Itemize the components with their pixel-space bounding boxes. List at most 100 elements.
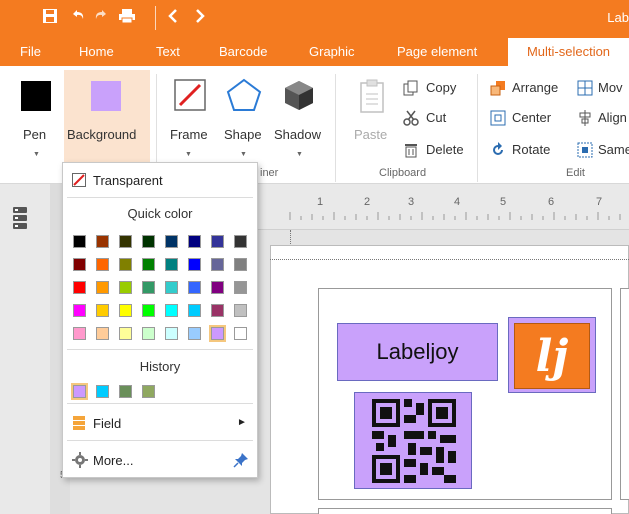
color-swatch[interactable] [165, 235, 178, 248]
align-icon[interactable] [577, 110, 593, 129]
delete-button[interactable]: Delete [426, 142, 464, 157]
color-swatch[interactable] [188, 327, 201, 340]
color-swatch[interactable] [96, 327, 109, 340]
tab-file[interactable]: File [20, 44, 41, 59]
color-swatch[interactable] [73, 235, 86, 248]
color-swatch[interactable] [165, 281, 178, 294]
frame-icon[interactable] [173, 78, 207, 115]
tab-graphic[interactable]: Graphic [309, 44, 355, 59]
color-swatch[interactable] [234, 304, 247, 317]
center-icon[interactable] [490, 110, 506, 129]
trash-icon[interactable] [403, 142, 419, 161]
color-swatch[interactable] [142, 235, 155, 248]
same-size-icon[interactable] [577, 142, 593, 161]
qr-code-element[interactable] [354, 392, 472, 489]
color-swatch[interactable] [234, 235, 247, 248]
color-swatch[interactable] [211, 304, 224, 317]
color-swatch[interactable] [165, 258, 178, 271]
back-icon[interactable] [167, 8, 179, 29]
history-swatch[interactable] [96, 385, 109, 398]
copy-button[interactable]: Copy [426, 80, 456, 95]
arrange-icon[interactable] [490, 80, 506, 99]
color-swatch[interactable] [211, 258, 224, 271]
tab-barcode[interactable]: Barcode [219, 44, 267, 59]
color-swatch[interactable] [142, 281, 155, 294]
color-swatch[interactable] [188, 235, 201, 248]
color-swatch[interactable] [142, 327, 155, 340]
color-swatch[interactable] [96, 235, 109, 248]
print-icon[interactable] [118, 8, 136, 29]
color-swatch[interactable] [73, 258, 86, 271]
color-swatch[interactable] [73, 304, 86, 317]
background-button[interactable]: Background [67, 127, 136, 142]
move-icon[interactable] [577, 80, 593, 99]
history-swatch[interactable] [71, 383, 88, 400]
color-swatch[interactable] [188, 281, 201, 294]
center-button[interactable]: Center [512, 110, 551, 125]
cut-button[interactable]: Cut [426, 110, 446, 125]
pen-dropdown-icon[interactable]: ▼ [33, 151, 40, 158]
color-swatch[interactable] [119, 258, 132, 271]
move-button[interactable]: Mov [598, 80, 623, 95]
color-swatch[interactable] [119, 327, 132, 340]
shadow-button[interactable]: Shadow [274, 127, 321, 142]
color-swatch[interactable] [165, 304, 178, 317]
color-swatch[interactable] [209, 325, 226, 342]
arrange-button[interactable]: Arrange [512, 80, 558, 95]
paste-icon[interactable] [358, 78, 386, 117]
transparent-option[interactable]: Transparent [63, 171, 257, 191]
color-swatch[interactable] [211, 235, 224, 248]
color-swatch[interactable] [73, 281, 86, 294]
rotate-button[interactable]: Rotate [512, 142, 550, 157]
pen-button[interactable]: Pen [23, 127, 46, 142]
history-swatch[interactable] [119, 385, 132, 398]
redo-icon[interactable] [93, 8, 109, 29]
field-option[interactable]: Field ► [63, 414, 257, 434]
layers-icon[interactable] [12, 206, 28, 233]
shape-button[interactable]: Shape [224, 127, 262, 142]
color-swatch[interactable] [234, 327, 247, 340]
color-swatch[interactable] [211, 281, 224, 294]
rotate-icon[interactable] [490, 142, 506, 161]
color-swatch[interactable] [96, 304, 109, 317]
color-swatch[interactable] [73, 327, 86, 340]
paste-button[interactable]: Paste [354, 127, 387, 142]
same-size-button[interactable]: Same [598, 142, 629, 157]
color-swatch[interactable] [234, 281, 247, 294]
pentagon-icon[interactable] [226, 78, 262, 115]
color-swatch[interactable] [234, 258, 247, 271]
copy-icon[interactable] [403, 80, 419, 99]
label-cell[interactable] [620, 288, 629, 500]
undo-icon[interactable] [70, 8, 86, 29]
more-option[interactable]: More... [63, 451, 257, 471]
history-swatch[interactable] [142, 385, 155, 398]
color-swatch[interactable] [119, 304, 132, 317]
label-cell[interactable] [318, 508, 612, 514]
color-swatch[interactable] [119, 235, 132, 248]
color-swatch[interactable] [96, 258, 109, 271]
align-button[interactable]: Align [598, 110, 627, 125]
frame-button[interactable]: Frame [170, 127, 208, 142]
tab-page-element[interactable]: Page element [397, 44, 477, 59]
pin-icon[interactable] [233, 452, 249, 471]
color-swatch[interactable] [165, 327, 178, 340]
shadow-dropdown-icon[interactable]: ▼ [296, 151, 303, 158]
color-swatch[interactable] [188, 258, 201, 271]
color-swatch[interactable] [188, 304, 201, 317]
save-icon[interactable] [42, 8, 58, 29]
scissors-icon[interactable] [403, 110, 419, 129]
tab-text[interactable]: Text [156, 44, 180, 59]
color-swatch[interactable] [142, 304, 155, 317]
color-swatch[interactable] [119, 281, 132, 294]
background-color-icon[interactable] [91, 81, 121, 111]
color-swatch[interactable] [142, 258, 155, 271]
shape-dropdown-icon[interactable]: ▼ [240, 151, 247, 158]
label-text-element[interactable]: Labeljoy [337, 323, 498, 381]
pen-color-icon[interactable] [21, 81, 51, 111]
logo-element-frame[interactable]: lj [508, 317, 596, 393]
frame-dropdown-icon[interactable]: ▼ [185, 151, 192, 158]
forward-icon[interactable] [194, 8, 206, 29]
cube-icon[interactable] [282, 78, 316, 115]
tab-home[interactable]: Home [79, 44, 114, 59]
color-swatch[interactable] [96, 281, 109, 294]
